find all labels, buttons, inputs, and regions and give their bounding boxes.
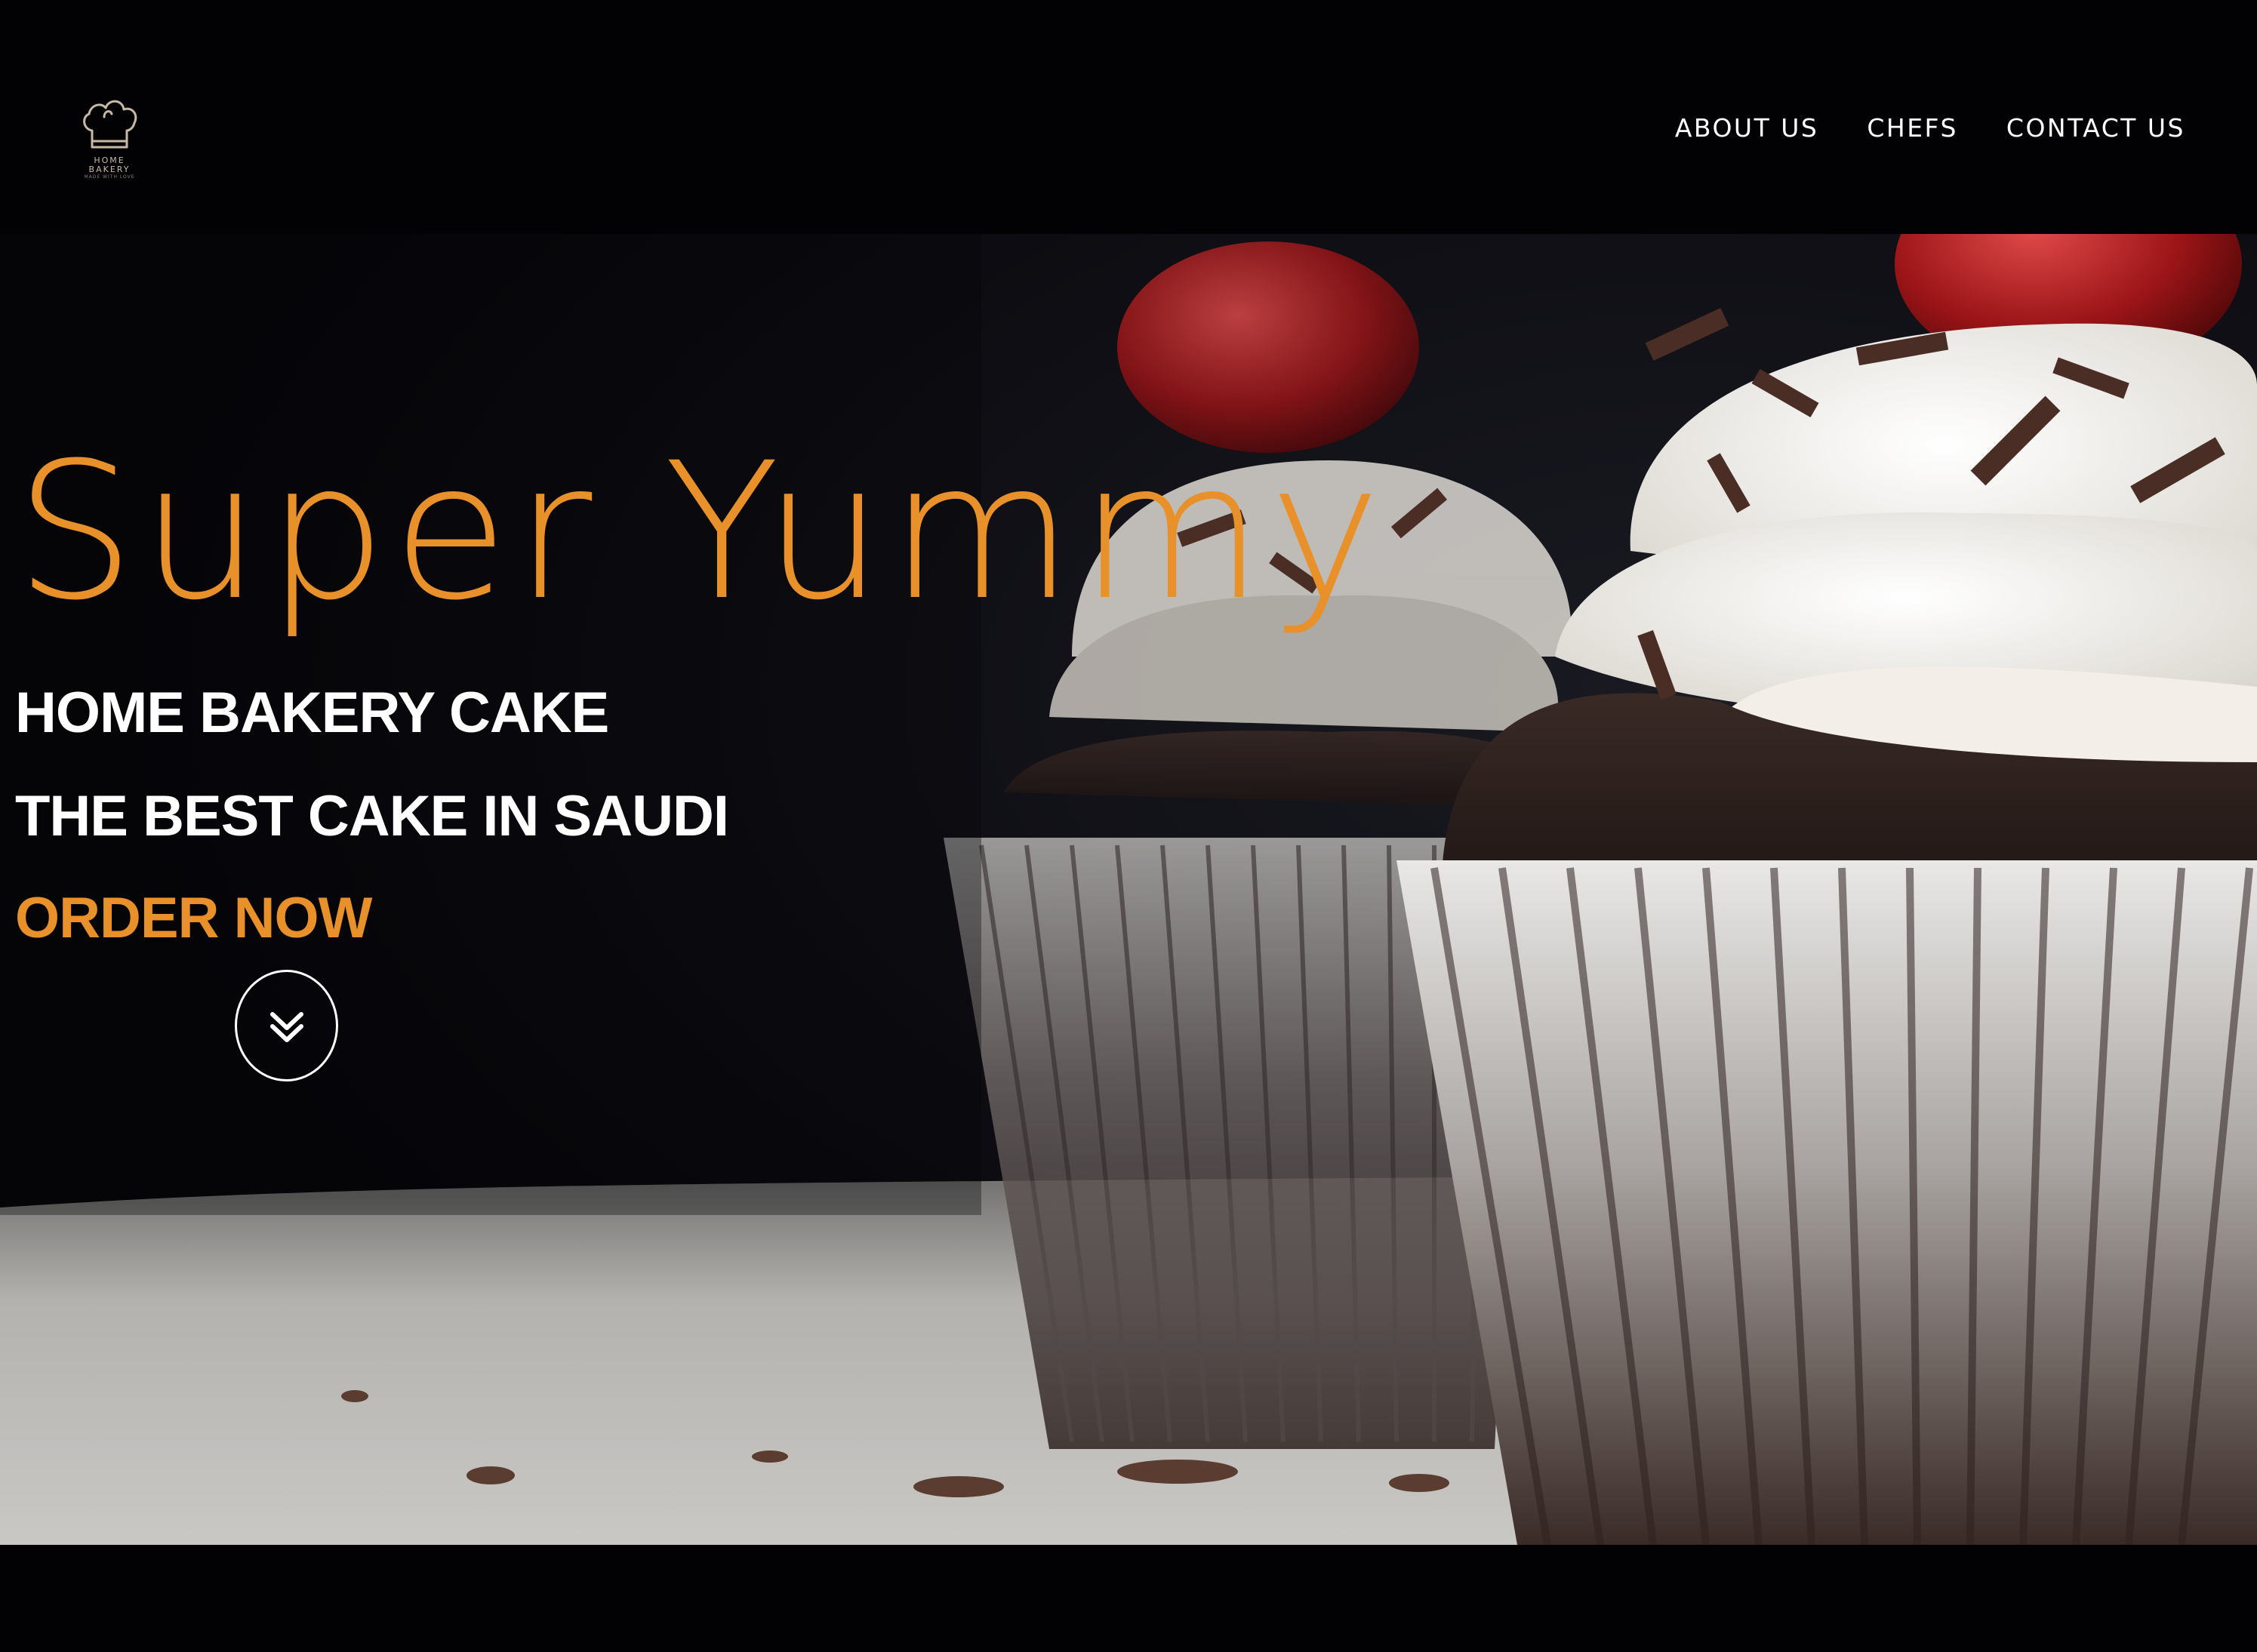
- brand-name-line2: BAKERY: [88, 165, 131, 174]
- hero-headline: Super Yummy: [15, 422, 1387, 641]
- nav-item-about-us[interactable]: ABOUT US: [1675, 112, 1819, 145]
- page: HOME BAKERY MADE WITH LOVE ABOUT US CHEF…: [0, 0, 2257, 1652]
- order-now-link[interactable]: ORDER NOW: [15, 884, 372, 952]
- hero-section: Super Yummy HOME BAKERY CAKE THE BEST CA…: [0, 234, 2257, 1545]
- nav-item-chefs[interactable]: CHEFS: [1867, 112, 1958, 145]
- site-header: HOME BAKERY MADE WITH LOVE ABOUT US CHEF…: [0, 0, 2257, 234]
- double-chevron-down-icon: [270, 1012, 303, 1042]
- hero-subline-2: THE BEST CAKE IN SAUDI: [15, 784, 729, 848]
- main-nav: ABOUT US CHEFS CONTACT US: [1675, 112, 2185, 145]
- hero-subline-1: HOME BAKERY CAKE: [15, 681, 609, 745]
- brand-logo[interactable]: HOME BAKERY MADE WITH LOVE: [75, 94, 143, 185]
- nav-item-contact-us[interactable]: CONTACT US: [2006, 112, 2185, 145]
- bottom-bar: [0, 1545, 2257, 1652]
- brand-wordmark: HOME BAKERY MADE WITH LOVE: [75, 156, 143, 180]
- hero-content: Super Yummy HOME BAKERY CAKE THE BEST CA…: [0, 234, 2257, 1545]
- brand-tagline: MADE WITH LOVE: [84, 174, 135, 180]
- scroll-down-button[interactable]: [235, 970, 338, 1081]
